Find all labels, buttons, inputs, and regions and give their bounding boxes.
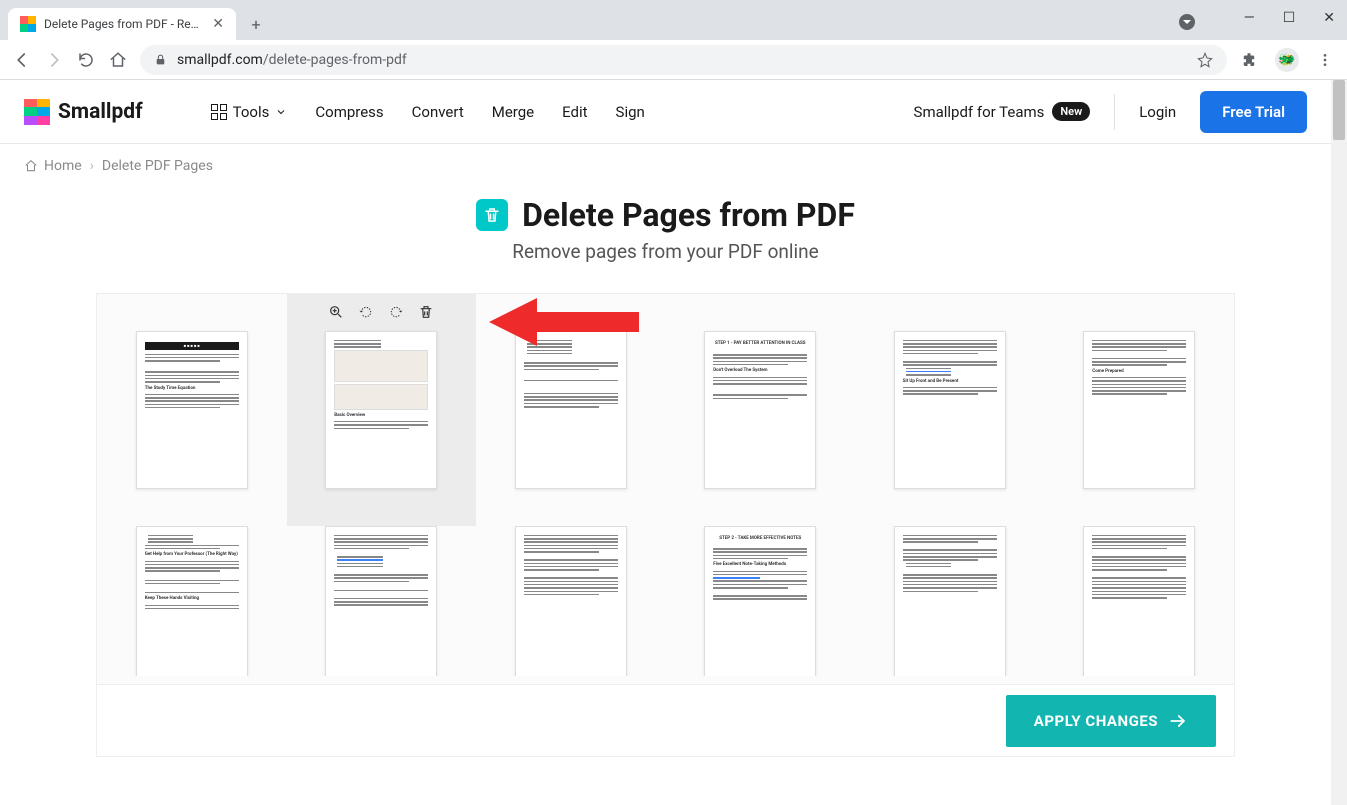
extensions-icon[interactable] xyxy=(1239,50,1259,70)
zoom-in-icon[interactable] xyxy=(326,302,346,322)
breadcrumb-current: Delete PDF Pages xyxy=(102,158,213,174)
page-thumb-12[interactable] xyxy=(1045,526,1235,676)
browser-tab[interactable]: Delete Pages from PDF - Remove ✕ xyxy=(8,8,236,40)
arrow-right-icon xyxy=(1168,711,1188,731)
new-tab-button[interactable]: + xyxy=(242,10,270,38)
page-thumb-8[interactable] xyxy=(287,526,477,676)
reload-button[interactable] xyxy=(76,50,96,70)
page-thumb-4[interactable]: STEP 1 - PAY BETTER ATTENTION IN CLASS D… xyxy=(666,294,856,526)
smallpdf-logo[interactable]: Smallpdf xyxy=(24,99,143,125)
url-bar[interactable]: smallpdf.com/delete-pages-from-pdf xyxy=(140,45,1227,75)
address-bar: smallpdf.com/delete-pages-from-pdf 🐲 xyxy=(0,40,1347,80)
back-button[interactable] xyxy=(12,50,32,70)
page-thumb-2[interactable]: Basic Overview xyxy=(287,294,477,526)
breadcrumb: Home › Delete PDF Pages xyxy=(0,144,1331,188)
home-icon xyxy=(24,159,38,173)
trash-icon xyxy=(476,199,508,231)
page-subtitle: Remove pages from your PDF online xyxy=(0,240,1331,263)
nav-convert[interactable]: Convert xyxy=(412,103,464,121)
page-thumb-11[interactable] xyxy=(855,526,1045,676)
page-title: Delete Pages from PDF xyxy=(522,196,855,234)
teams-link[interactable]: Smallpdf for Teams New xyxy=(914,102,1091,121)
document-area: ■ ■ ■ ■ ■ The Study Time Equation xyxy=(96,293,1235,757)
logo-text: Smallpdf xyxy=(58,100,143,124)
chrome-profile-indicator[interactable] xyxy=(1179,14,1195,30)
page-thumb-7[interactable]: Get Help from Your Professor (The Right … xyxy=(97,526,287,676)
chrome-menu-icon[interactable] xyxy=(1315,50,1335,70)
main-nav: Tools Compress Convert Merge Edit Sign xyxy=(211,103,645,121)
page-thumb-1[interactable]: ■ ■ ■ ■ ■ The Study Time Equation xyxy=(97,294,287,526)
rotate-right-icon[interactable] xyxy=(386,302,406,322)
divider xyxy=(1114,94,1115,130)
chevron-right-icon: › xyxy=(90,158,94,174)
delete-page-icon[interactable] xyxy=(416,302,436,322)
thumb-toolbar xyxy=(326,302,436,322)
site-header: Smallpdf Tools Compress Convert Merge Ed… xyxy=(0,80,1331,144)
page-thumb-6[interactable]: Come Prepared xyxy=(1045,294,1235,526)
bookmark-star-icon[interactable] xyxy=(1197,52,1213,68)
minimize-button[interactable]: — xyxy=(1244,10,1255,26)
tab-bar: Delete Pages from PDF - Remove ✕ + xyxy=(0,0,1347,40)
breadcrumb-home[interactable]: Home xyxy=(24,158,82,174)
forward-button[interactable] xyxy=(44,50,64,70)
nav-compress[interactable]: Compress xyxy=(315,103,383,121)
close-window-button[interactable]: ✕ xyxy=(1323,10,1335,26)
apply-bar: APPLY CHANGES xyxy=(97,684,1234,756)
nav-merge[interactable]: Merge xyxy=(492,103,534,121)
nav-edit[interactable]: Edit xyxy=(562,103,587,121)
rotate-left-icon[interactable] xyxy=(356,302,376,322)
login-link[interactable]: Login xyxy=(1139,103,1176,121)
tab-title: Delete Pages from PDF - Remove xyxy=(44,17,204,31)
lock-icon xyxy=(154,53,167,66)
browser-chrome: — ☐ ✕ Delete Pages from PDF - Remove ✕ + xyxy=(0,0,1347,80)
close-tab-icon[interactable]: ✕ xyxy=(212,16,224,32)
page-thumb-3[interactable] xyxy=(476,294,666,526)
url-text: smallpdf.com/delete-pages-from-pdf xyxy=(177,52,1187,68)
scrollbar-thumb[interactable] xyxy=(1333,80,1345,140)
window-controls: — ☐ ✕ xyxy=(1244,12,1347,24)
page-thumb-10[interactable]: STEP 2 - TAKE MORE EFFECTIVE NOTES Five … xyxy=(666,526,856,676)
apply-changes-button[interactable]: APPLY CHANGES xyxy=(1006,695,1216,747)
favicon-icon xyxy=(20,16,36,32)
profile-avatar-icon[interactable]: 🐲 xyxy=(1275,48,1299,72)
nav-tools[interactable]: Tools xyxy=(211,103,288,121)
maximize-button[interactable]: ☐ xyxy=(1283,10,1296,26)
chevron-down-icon xyxy=(275,106,287,118)
tools-grid-icon xyxy=(211,104,227,120)
home-button[interactable] xyxy=(108,50,128,70)
page-scrollbar[interactable]: ▲ xyxy=(1331,80,1347,805)
nav-sign[interactable]: Sign xyxy=(616,103,645,121)
page-thumb-9[interactable] xyxy=(476,526,666,676)
new-badge: New xyxy=(1052,102,1090,121)
page-thumb-5[interactable]: Sit Up Front and Be Present xyxy=(855,294,1045,526)
free-trial-button[interactable]: Free Trial xyxy=(1200,91,1307,133)
logo-icon xyxy=(24,99,50,125)
